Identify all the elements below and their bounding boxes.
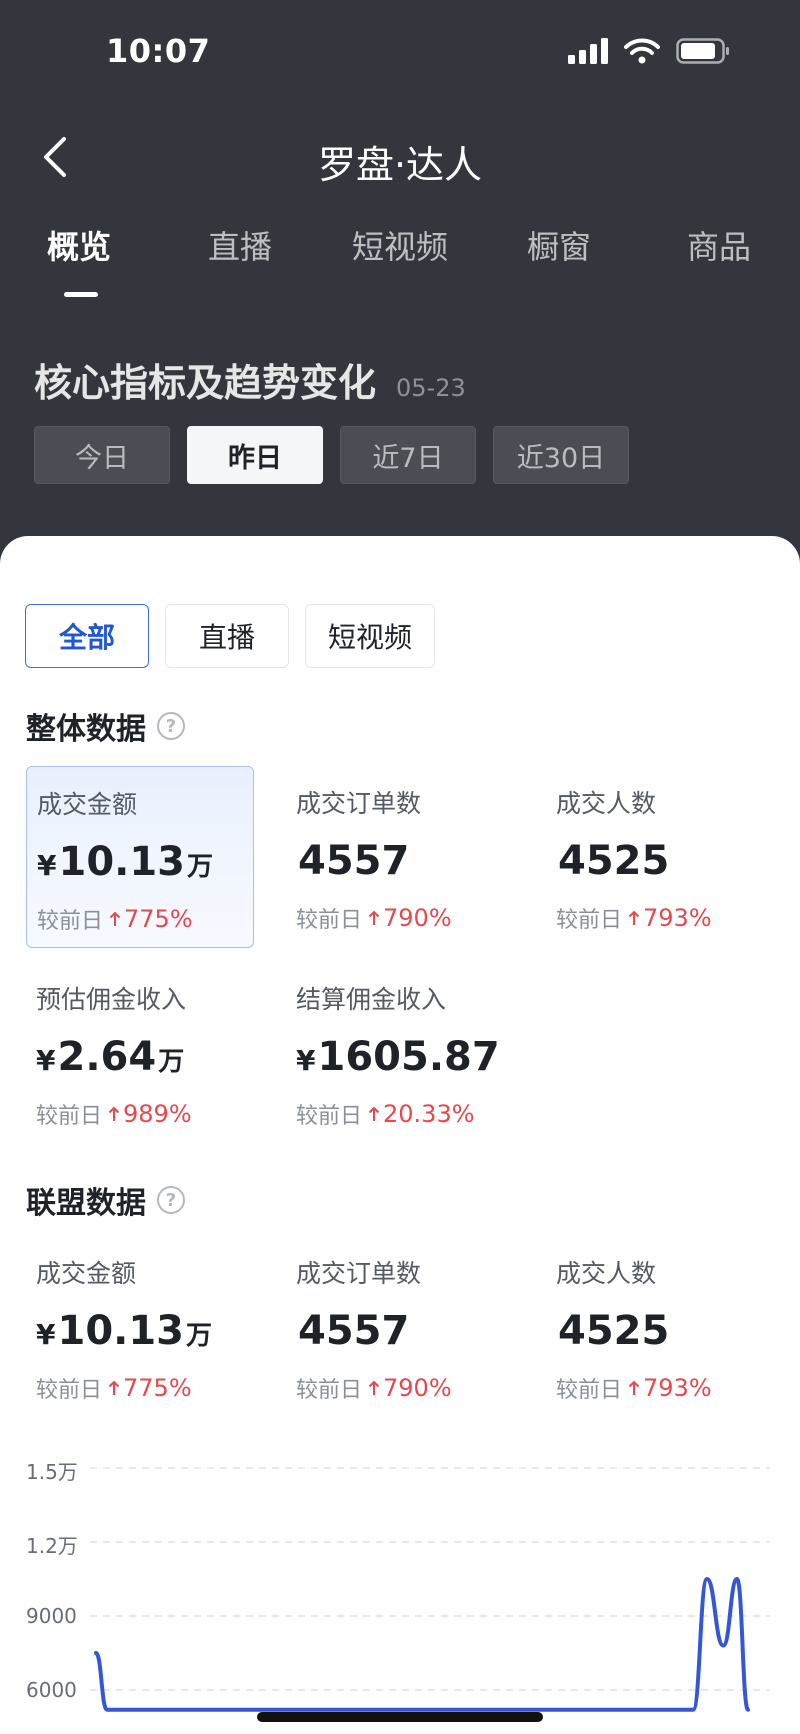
metric-label: 成交金额 <box>36 1259 137 1288</box>
page-title: 罗盘·达人 <box>317 143 483 187</box>
arrow-up-icon <box>368 1106 380 1121</box>
metric-value: 4557 <box>298 1308 410 1354</box>
change-up: 793% <box>628 904 712 932</box>
metric-compare: 较前日 775% <box>37 905 193 934</box>
filter-all-button[interactable]: 全部 <box>25 604 149 668</box>
change-up: 790% <box>368 1374 452 1402</box>
metric-value: ¥10.13 万 <box>36 1308 213 1354</box>
metric-value: ¥10.13 万 <box>37 839 214 885</box>
content-sheet: 全部 直播 短视频 整体数据 ? 成交金额 ¥10.13 万 较前日 775% 成交… <box>0 536 800 1734</box>
arrow-up-icon <box>368 910 380 925</box>
change-up: 790% <box>368 904 452 932</box>
section-header: 核心指标及趋势变化 05-23 <box>34 352 466 407</box>
change-up: 989% <box>108 1100 192 1128</box>
svg-text:?: ? <box>166 716 176 737</box>
status-time: 10:07 <box>106 32 211 70</box>
tab-showcase[interactable]: 橱窗 <box>527 222 591 268</box>
wifi-icon <box>624 38 660 64</box>
status-icons <box>568 38 730 64</box>
tab-overview[interactable]: 概览 <box>47 222 111 268</box>
filter-live-button[interactable]: 直播 <box>165 604 289 668</box>
metric-compare: 较前日 775% <box>36 1374 192 1403</box>
alliance-data-label: 联盟数据 <box>26 1186 146 1221</box>
metric-value: 4525 <box>558 838 670 884</box>
metric-label: 结算佣金收入 <box>296 985 447 1014</box>
arrow-up-icon <box>368 1380 380 1395</box>
top-tabs: 概览 直播 短视频 橱窗 商品 <box>0 222 800 302</box>
metric-value: 4557 <box>298 838 410 884</box>
help-icon[interactable]: ? <box>156 711 186 741</box>
metric-card-est-commission[interactable]: 预估佣金收入 ¥2.64 万 较前日 989% <box>26 962 254 1144</box>
tab-products[interactable]: 商品 <box>687 222 751 268</box>
arrow-up-icon <box>108 1380 120 1395</box>
section-title: 核心指标及趋势变化 <box>34 361 377 405</box>
alliance-metric-buyers[interactable]: 成交人数 4525 较前日 793% <box>546 1236 774 1418</box>
tab-live[interactable]: 直播 <box>208 222 272 268</box>
period-today-button[interactable]: 今日 <box>34 426 170 484</box>
metric-label: 成交金额 <box>37 790 138 819</box>
period-7d-button[interactable]: 近7日 <box>340 426 476 484</box>
battery-icon <box>676 38 729 64</box>
metric-compare: 较前日 790% <box>296 1374 452 1403</box>
arrow-up-icon <box>628 910 640 925</box>
metric-card-buyers[interactable]: 成交人数 4525 较前日 793% <box>546 766 774 948</box>
period-yesterday-button[interactable]: 昨日 <box>187 426 323 484</box>
channel-filter: 全部 直播 短视频 <box>25 604 436 668</box>
status-bar: 10:07 <box>0 0 800 100</box>
trend-chart-svg <box>90 1467 770 1712</box>
metric-compare: 较前日 989% <box>36 1100 192 1129</box>
metric-compare: 较前日 20.33% <box>296 1100 475 1129</box>
metric-card-settled-commission[interactable]: 结算佣金收入 ¥1605.87 较前日 20.33% <box>286 962 546 1144</box>
metric-compare: 较前日 790% <box>296 904 452 933</box>
svg-text:?: ? <box>166 1190 176 1211</box>
metric-label: 预估佣金收入 <box>36 985 187 1014</box>
change-up: 20.33% <box>368 1100 475 1128</box>
trend-chart: 1.5万 1.2万 9000 6000 <box>0 1438 800 1734</box>
cellular-signal-icon <box>568 38 608 64</box>
help-icon[interactable]: ? <box>156 1185 186 1215</box>
metric-label: 成交订单数 <box>296 789 422 818</box>
change-up: 775% <box>108 1374 192 1402</box>
overall-data-label: 整体数据 <box>26 712 146 747</box>
change-up: 793% <box>628 1374 712 1402</box>
period-selector: 今日 昨日 近7日 近30日 <box>34 426 629 484</box>
tab-short-video[interactable]: 短视频 <box>352 222 448 268</box>
change-up: 775% <box>109 905 193 933</box>
metric-card-orders[interactable]: 成交订单数 4557 较前日 790% <box>286 766 514 948</box>
metric-value: ¥1605.87 <box>296 1034 500 1080</box>
overall-data-title: 整体数据 ? <box>26 704 186 748</box>
tab-active-indicator <box>64 292 98 297</box>
metric-compare: 较前日 793% <box>556 904 712 933</box>
metric-label: 成交人数 <box>556 789 657 818</box>
arrow-up-icon <box>108 1106 120 1121</box>
metric-compare: 较前日 793% <box>556 1374 712 1403</box>
nav-bar: 罗盘·达人 <box>0 118 800 198</box>
arrow-up-icon <box>109 911 121 926</box>
metric-label: 成交订单数 <box>296 1259 422 1288</box>
section-date: 05-23 <box>396 374 466 402</box>
metric-value: 4525 <box>558 1308 670 1354</box>
alliance-metric-orders[interactable]: 成交订单数 4557 较前日 790% <box>286 1236 514 1418</box>
alliance-metric-gmv[interactable]: 成交金额 ¥10.13 万 较前日 775% <box>26 1236 254 1418</box>
metric-card-gmv[interactable]: 成交金额 ¥10.13 万 较前日 775% <box>26 766 254 948</box>
period-30d-button[interactable]: 近30日 <box>493 426 629 484</box>
arrow-up-icon <box>628 1380 640 1395</box>
metric-value: ¥2.64 万 <box>36 1034 185 1080</box>
filter-short-video-button[interactable]: 短视频 <box>305 604 436 668</box>
alliance-data-title: 联盟数据 ? <box>26 1178 186 1222</box>
metric-label: 成交人数 <box>556 1259 657 1288</box>
home-indicator <box>257 1712 543 1722</box>
